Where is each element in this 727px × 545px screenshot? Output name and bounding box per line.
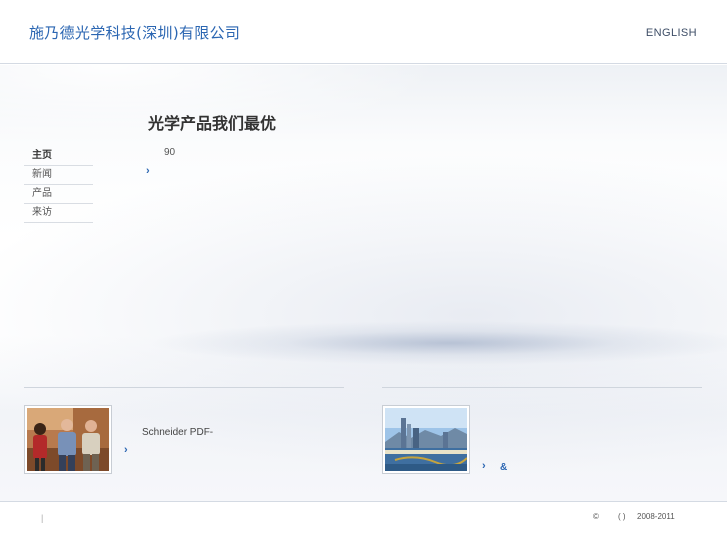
nav-item-news[interactable]: 新闻 <box>24 166 93 185</box>
sidebar-nav: 主页 新闻 产品 来访 <box>24 147 93 223</box>
ampersand-link[interactable]: & <box>500 462 507 473</box>
english-language-link[interactable]: ENGLISH <box>646 27 697 39</box>
chevron-right-icon[interactable]: › <box>146 166 150 177</box>
city-skyline-photo[interactable] <box>382 405 470 474</box>
team-photo[interactable] <box>24 405 112 474</box>
main-area: 主页 新闻 产品 来访 光学产品我们最优 90 › Schneider PDF- <box>0 65 727 501</box>
footer-parentheses: ( ) <box>618 512 626 521</box>
team-photo-image <box>27 408 109 471</box>
chevron-right-icon[interactable]: › <box>482 461 486 472</box>
nav-item-home[interactable]: 主页 <box>24 147 93 166</box>
city-skyline-image <box>385 408 467 471</box>
background-shine <box>0 65 727 155</box>
pdf-link-text[interactable]: Schneider PDF- <box>142 427 213 438</box>
nav-item-products[interactable]: 产品 <box>24 185 93 204</box>
footer-separator: | <box>41 513 44 523</box>
page-headline: 光学产品我们最优 <box>148 114 277 133</box>
header: 施乃德光学科技(深圳)有限公司 ENGLISH <box>0 0 727 64</box>
copyright-symbol: © <box>593 512 599 521</box>
left-panel-divider <box>24 387 344 388</box>
right-panel-divider <box>382 387 702 388</box>
footer: | © ( ) 2008-2011 <box>0 501 727 545</box>
nav-item-visits[interactable]: 来访 <box>24 204 93 223</box>
intro-text: 90 <box>164 147 176 158</box>
chevron-right-icon[interactable]: › <box>124 445 128 456</box>
company-name: 施乃德光学科技(深圳)有限公司 <box>29 24 241 42</box>
copyright-years: 2008-2011 <box>637 512 675 521</box>
